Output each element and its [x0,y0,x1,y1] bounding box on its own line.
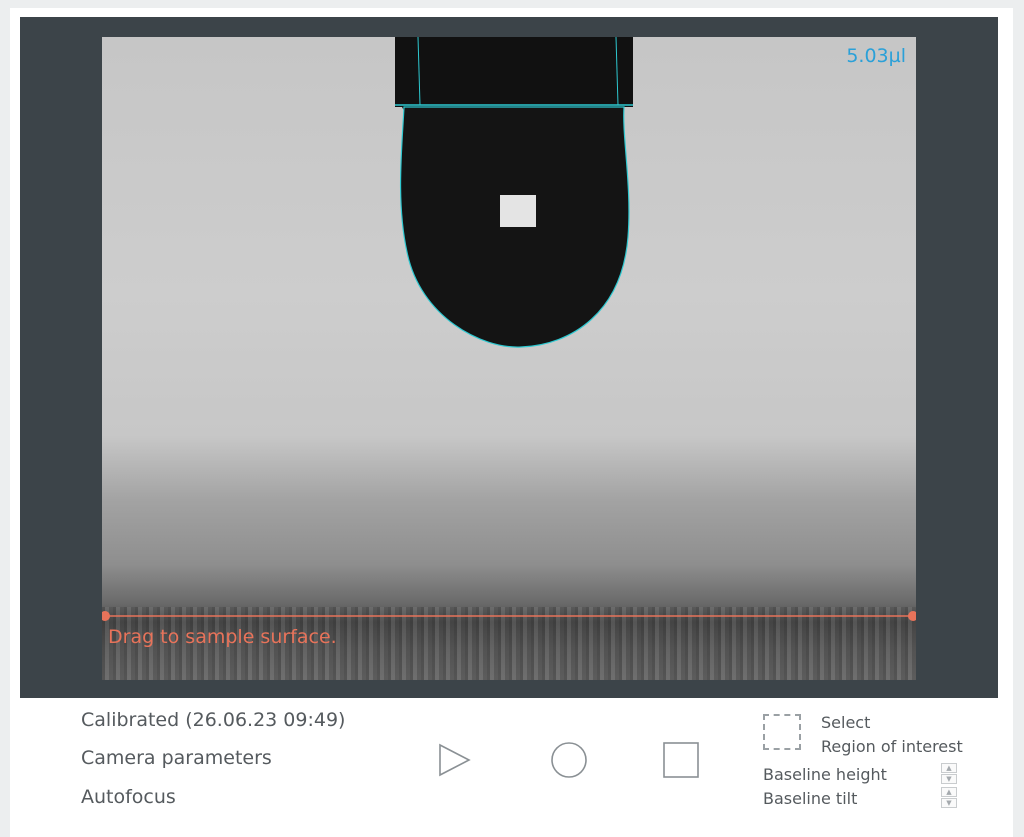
roi-region-label[interactable]: Region of interest [821,737,963,756]
chevron-up-icon[interactable]: ▲ [941,787,957,797]
record-button[interactable] [549,740,589,780]
baseline-handle-left[interactable] [102,611,110,621]
image-overlay [102,37,916,621]
needle [395,37,633,107]
droplet-reflection [500,195,536,227]
play-icon [439,743,471,777]
camera-image[interactable]: 5.03µl Drag to sample surface. [102,37,916,680]
calibration-status[interactable]: Calibrated (26.06.23 09:49) [81,709,345,731]
play-button[interactable] [434,740,474,780]
droplet [399,106,630,348]
baseline-hint: Drag to sample surface. [108,626,337,648]
baseline-handle-right[interactable] [908,611,916,621]
stop-button[interactable] [661,740,701,780]
baseline-tilt-spinner[interactable]: ▲ ▼ [941,787,957,809]
roi-select-label[interactable]: Select [821,713,870,732]
chevron-down-icon[interactable]: ▼ [941,774,957,784]
chevron-down-icon[interactable]: ▼ [941,798,957,808]
baseline-tilt-label: Baseline tilt [763,789,858,808]
camera-parameters-link[interactable]: Camera parameters [81,747,272,769]
roi-select-icon[interactable] [763,714,801,750]
baseline-height-spinner[interactable]: ▲ ▼ [941,763,957,785]
volume-readout: 5.03µl [846,45,906,67]
record-icon [551,742,587,778]
stop-icon [663,742,699,778]
autofocus-link[interactable]: Autofocus [81,786,176,808]
chevron-up-icon[interactable]: ▲ [941,763,957,773]
baseline-height-label: Baseline height [763,765,887,784]
